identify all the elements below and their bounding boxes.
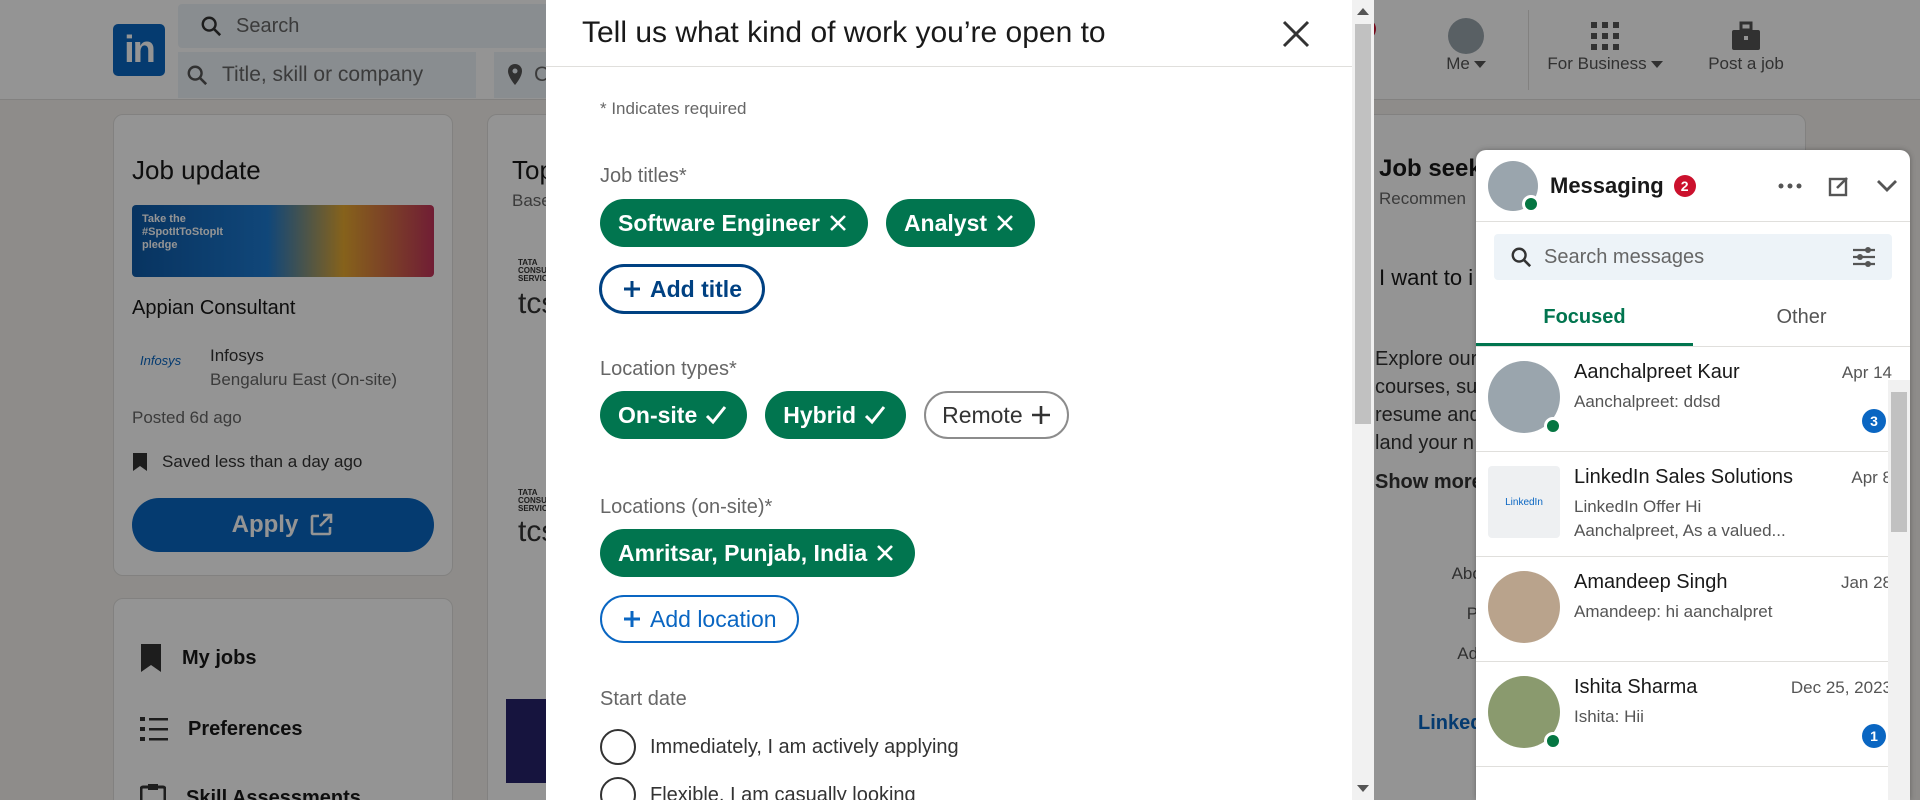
messaging-tabs: Focused Other bbox=[1476, 292, 1910, 347]
tab-other[interactable]: Other bbox=[1693, 292, 1910, 346]
close-icon[interactable] bbox=[995, 213, 1015, 233]
avatar bbox=[1488, 361, 1562, 435]
job-titles-label: Job titles* bbox=[600, 165, 687, 187]
conversation-name: LinkedIn Sales Solutions bbox=[1574, 466, 1794, 488]
modal-header: Tell us what kind of work you’re open to bbox=[546, 0, 1374, 67]
chip-label: Amritsar, Punjab, India bbox=[618, 539, 868, 566]
messaging-title: Messaging bbox=[1550, 172, 1664, 198]
messaging-header[interactable]: Messaging 2 bbox=[1476, 150, 1910, 222]
close-icon[interactable] bbox=[875, 543, 895, 563]
online-status-dot bbox=[1544, 417, 1562, 435]
conversation-date: Apr 14 bbox=[1841, 363, 1892, 382]
conversation-date: Jan 28 bbox=[1840, 573, 1892, 592]
conversation-date: Dec 25, 2023 bbox=[1790, 678, 1892, 697]
start-date-label: Start date bbox=[600, 688, 687, 710]
search-messages-placeholder: Search messages bbox=[1544, 245, 1705, 268]
job-title-chip[interactable]: Software Engineer bbox=[600, 199, 868, 247]
online-status-dot bbox=[1522, 194, 1540, 213]
scrollbar-thumb[interactable] bbox=[1891, 392, 1907, 532]
more-options-icon[interactable] bbox=[1778, 183, 1802, 189]
chip-label: Analyst bbox=[903, 209, 988, 236]
conversation-name: Amandeep Singh bbox=[1574, 571, 1728, 593]
locations-chips: Amritsar, Punjab, India bbox=[600, 529, 916, 577]
linkedin-sales-logo: LinkedIn bbox=[1488, 466, 1560, 538]
location-type-remote-chip[interactable]: Remote bbox=[924, 391, 1069, 439]
conversation-preview: Ishita: Hii bbox=[1574, 707, 1644, 726]
conversation-preview: Aanchalpreet: ddsd bbox=[1574, 392, 1721, 411]
add-location-label: Add location bbox=[650, 605, 777, 632]
location-type-hybrid-chip[interactable]: Hybrid bbox=[765, 391, 907, 439]
conversation-item[interactable]: Ishita Sharma Dec 25, 2023 Ishita: Hii 1 bbox=[1476, 662, 1910, 767]
radio-button[interactable] bbox=[600, 777, 636, 800]
plus-icon bbox=[624, 611, 640, 627]
avatar bbox=[1488, 160, 1540, 213]
conversation-preview: Amandeep: hi aanchalpret bbox=[1574, 602, 1773, 621]
checkmark-icon bbox=[865, 406, 886, 425]
tab-focused[interactable]: Focused bbox=[1476, 292, 1693, 346]
search-messages-input[interactable]: Search messages bbox=[1494, 234, 1892, 280]
location-chip[interactable]: Amritsar, Punjab, India bbox=[600, 529, 916, 577]
chip-label: Software Engineer bbox=[618, 209, 820, 236]
radio-button[interactable] bbox=[600, 729, 636, 765]
messaging-scrollbar[interactable] bbox=[1888, 380, 1910, 800]
conversation-preview: Aanchalpreet, As a valued... bbox=[1574, 521, 1786, 540]
chip-label: On-site bbox=[618, 401, 698, 428]
location-type-onsite-chip[interactable]: On-site bbox=[600, 391, 748, 439]
unread-count-badge: 1 bbox=[1862, 724, 1886, 748]
radio-label: Flexible, I am casually looking bbox=[650, 783, 916, 800]
plus-icon bbox=[1031, 406, 1050, 424]
plus-icon bbox=[624, 281, 640, 297]
location-types-label: Location types* bbox=[600, 358, 737, 380]
avatar bbox=[1488, 676, 1562, 750]
unread-count-badge: 3 bbox=[1862, 409, 1886, 433]
chevron-down-icon[interactable] bbox=[1876, 179, 1898, 193]
job-titles-chips: Software Engineer Analyst bbox=[600, 199, 1036, 247]
add-title-button[interactable]: Add title bbox=[600, 265, 764, 313]
close-icon[interactable] bbox=[1280, 18, 1312, 50]
conversation-item[interactable]: Aanchalpreet Kaur Apr 14 Aanchalpreet: dd… bbox=[1476, 347, 1910, 452]
close-icon[interactable] bbox=[828, 213, 848, 233]
filter-icon[interactable] bbox=[1852, 246, 1876, 268]
messaging-unread-badge: 2 bbox=[1673, 174, 1696, 197]
conversation-preview: LinkedIn Offer Hi bbox=[1574, 497, 1702, 516]
start-date-flexible[interactable]: Flexible, I am casually looking bbox=[600, 777, 916, 800]
online-status-dot bbox=[1544, 732, 1562, 750]
avatar bbox=[1488, 571, 1560, 643]
conversation-item[interactable]: Amandeep Singh Jan 28 Amandeep: hi aancha… bbox=[1476, 557, 1910, 662]
scroll-down-arrow-icon[interactable] bbox=[1357, 785, 1369, 792]
checkmark-icon bbox=[706, 406, 727, 425]
scroll-up-arrow-icon[interactable] bbox=[1357, 8, 1369, 15]
conversation-date: Apr 8 bbox=[1851, 468, 1892, 487]
location-types-chips: On-site Hybrid Remote bbox=[600, 391, 1069, 439]
add-title-label: Add title bbox=[650, 275, 742, 302]
open-to-work-modal: Tell us what kind of work you’re open to… bbox=[546, 0, 1374, 800]
modal-title: Tell us what kind of work you’re open to bbox=[582, 16, 1106, 49]
search-icon bbox=[1511, 247, 1532, 268]
modal-scrollbar[interactable] bbox=[1352, 0, 1374, 800]
required-note: * Indicates required bbox=[600, 99, 747, 118]
compose-icon[interactable] bbox=[1828, 175, 1850, 197]
locations-label: Locations (on-site)* bbox=[600, 496, 773, 518]
scrollbar-thumb[interactable] bbox=[1355, 24, 1371, 424]
chip-label: Remote bbox=[942, 401, 1023, 428]
messaging-panel: Messaging 2 Search messages Focused Othe… bbox=[1476, 150, 1910, 800]
add-location-button[interactable]: Add location bbox=[600, 595, 799, 643]
chip-label: Hybrid bbox=[783, 401, 857, 428]
radio-label: Immediately, I am actively applying bbox=[650, 735, 959, 758]
conversation-name: Ishita Sharma bbox=[1574, 676, 1698, 698]
start-date-immediately[interactable]: Immediately, I am actively applying bbox=[600, 729, 959, 765]
messaging-actions bbox=[1778, 175, 1898, 197]
job-title-chip[interactable]: Analyst bbox=[885, 199, 1036, 247]
conversation-name: Aanchalpreet Kaur bbox=[1574, 361, 1740, 383]
conversation-item[interactable]: LinkedIn LinkedIn Sales Solutions Apr 8 L… bbox=[1476, 452, 1910, 557]
